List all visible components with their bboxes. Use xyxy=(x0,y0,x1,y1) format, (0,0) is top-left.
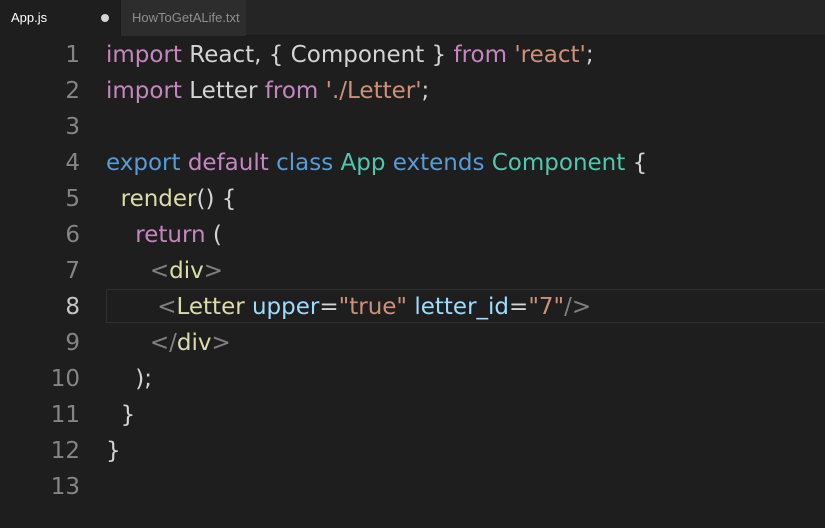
line-code: render() { xyxy=(106,181,237,217)
code-token: ; xyxy=(585,42,594,68)
code-line[interactable]: 3 xyxy=(0,109,825,145)
code-token: Letter xyxy=(181,78,265,104)
code-line[interactable]: 12} xyxy=(0,433,825,469)
line-code: import Letter from './Letter'; xyxy=(106,73,429,109)
code-token: class xyxy=(276,150,334,176)
code-token: > xyxy=(203,258,224,284)
editor-tab-bar: App.js HowToGetALife.txt xyxy=(0,0,825,36)
code-token: /> xyxy=(564,294,592,320)
line-code: export default class App extends Compone… xyxy=(106,145,647,181)
code-line[interactable]: 13 xyxy=(0,469,825,505)
code-token: upper xyxy=(251,294,320,320)
line-code: } xyxy=(106,397,136,433)
code-token: < xyxy=(157,294,177,320)
line-code: <div> xyxy=(106,253,223,289)
code-line[interactable]: 6 return ( xyxy=(0,217,825,253)
code-line[interactable]: 1 import React, { Component } from 'react… xyxy=(0,37,825,73)
code-token: './Letter' xyxy=(325,78,422,104)
tab-how-to-get-a-life-txt[interactable]: HowToGetALife.txt xyxy=(120,0,246,36)
line-code: return ( xyxy=(106,217,222,253)
code-token: default xyxy=(187,150,269,176)
code-token: extends xyxy=(392,150,485,176)
code-token: letter_id xyxy=(414,294,510,320)
line-number: 5 xyxy=(65,186,80,212)
code-token: from xyxy=(453,42,508,68)
line-number: 7 xyxy=(65,258,80,284)
code-token: Component xyxy=(491,150,626,176)
code-token: < xyxy=(149,258,170,284)
line-code: </div> xyxy=(106,325,231,361)
code-token: "7" xyxy=(528,294,565,320)
line-number: 9 xyxy=(65,330,80,356)
code-token: ); xyxy=(135,366,152,392)
code-token: Letter xyxy=(176,294,245,320)
unsaved-changes-dot-icon[interactable] xyxy=(101,14,109,22)
code-token: "true" xyxy=(338,294,408,320)
line-code: } xyxy=(106,433,121,469)
line-number: 4 xyxy=(65,150,80,176)
code-token: React, { Component } xyxy=(181,42,454,68)
code-line[interactable]: 8 <Letter upper="true" letter_id="7"/> xyxy=(0,289,825,325)
code-token: } xyxy=(120,402,136,428)
code-line[interactable]: 5 render() { xyxy=(0,181,825,217)
tab-app-js[interactable]: App.js xyxy=(0,0,120,36)
code-token: export xyxy=(106,150,181,176)
code-token: = xyxy=(509,294,529,320)
code-line[interactable]: 11 } xyxy=(0,397,825,433)
line-number: 10 xyxy=(50,366,80,392)
code-token: > xyxy=(211,330,231,356)
code-token: { xyxy=(625,150,648,176)
code-token: = xyxy=(319,294,339,320)
code-line[interactable]: 9 </div> xyxy=(0,325,825,361)
line-number: 3 xyxy=(65,114,80,140)
code-token: } xyxy=(106,438,121,464)
line-code: import React, { Component } from 'react'… xyxy=(106,37,594,73)
line-number: 6 xyxy=(65,222,80,248)
line-number: 2 xyxy=(65,78,80,104)
line-number: 11 xyxy=(50,402,80,428)
code-line[interactable]: 7 <div> xyxy=(0,253,825,289)
line-number: 1 xyxy=(65,42,80,68)
code-line[interactable]: 10 ); xyxy=(0,361,825,397)
code-token: import xyxy=(106,42,182,68)
code-token: from xyxy=(264,78,319,104)
line-code: <Letter upper="true" letter_id="7"/> xyxy=(106,289,591,325)
code-token: ; xyxy=(421,78,430,104)
tab-label: App.js xyxy=(11,10,48,25)
code-token: return xyxy=(135,222,206,248)
code-token: render xyxy=(120,186,197,212)
code-token: div xyxy=(176,330,212,356)
code-token: 'react' xyxy=(514,42,586,68)
code-token: import xyxy=(106,78,182,104)
code-editor[interactable]: 1 import React, { Component } from 'react… xyxy=(0,36,825,528)
line-number: 13 xyxy=(50,474,80,500)
tab-label: HowToGetALife.txt xyxy=(132,10,240,25)
code-token: App xyxy=(340,150,386,176)
code-line[interactable]: 2 import Letter from './Letter'; xyxy=(0,73,825,109)
code-token: </ xyxy=(149,330,177,356)
line-code: ); xyxy=(106,361,152,397)
code-token: () { xyxy=(196,186,237,212)
code-token: div xyxy=(169,258,204,284)
line-number: 12 xyxy=(50,438,80,464)
line-number: 8 xyxy=(65,294,80,320)
code-token: ( xyxy=(205,222,222,248)
code-line[interactable]: 4 export default class App extends Compon… xyxy=(0,145,825,181)
